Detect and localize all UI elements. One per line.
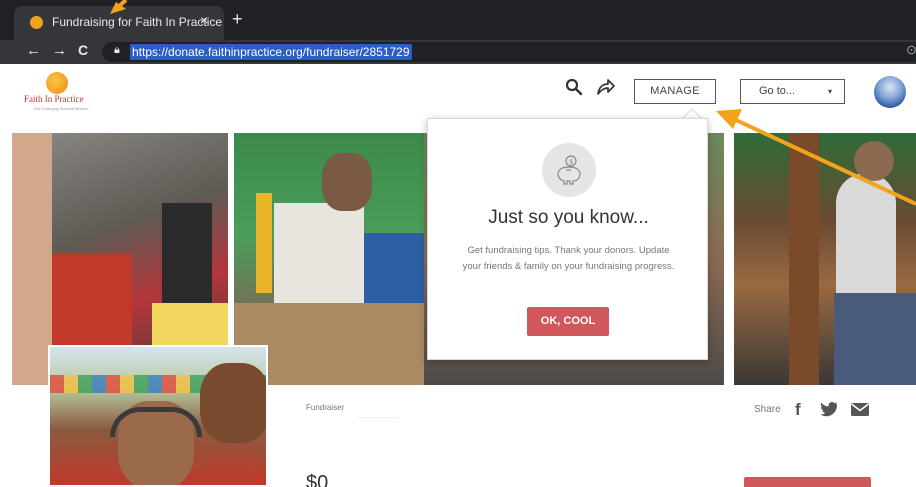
share-label: Share [754, 404, 781, 415]
popover-body: Get fundraising tips. Thank your donors.… [462, 245, 675, 272]
back-icon[interactable]: ← [26, 42, 41, 59]
search-icon[interactable] [565, 78, 583, 101]
goto-label: Go to... [759, 85, 796, 97]
new-tab-icon[interactable]: + [232, 9, 243, 30]
goto-dropdown[interactable]: Go to... ▾ [740, 79, 845, 104]
browser-tab[interactable]: Fundraising for Faith In Practice × [14, 6, 224, 40]
fundraiser-profile-photo [48, 345, 268, 487]
browser-toolbar: ← → C 🔒︎ https://donate.faithinpractice.… [0, 40, 916, 64]
hero-photo-wheelchair [734, 133, 916, 385]
ok-cool-button[interactable]: OK, COOL [527, 307, 609, 336]
tab-close-icon[interactable]: × [200, 12, 208, 28]
donate-button[interactable] [744, 477, 871, 487]
svg-text:$: $ [569, 158, 573, 166]
tips-popover: $ Just so you know... Get fundraising ti… [427, 118, 708, 360]
logo-text[interactable]: Faith In Practice [24, 94, 83, 104]
logo-tagline: Life-Changing Medical Mission [34, 106, 89, 111]
url-text[interactable]: https://donate.faithinpractice.org/fundr… [130, 44, 412, 60]
faith-in-practice-favicon-icon [30, 16, 43, 29]
browser-menu-icon[interactable]: ⊙ [906, 42, 916, 58]
lock-icon: 🔒︎ [114, 44, 120, 56]
browser-tabbar: Fundraising for Faith In Practice × + [0, 0, 916, 40]
popover-title: Just so you know... [488, 207, 649, 228]
facebook-icon[interactable]: f [795, 400, 801, 420]
reload-icon[interactable]: C [78, 42, 88, 58]
avatar[interactable] [874, 76, 906, 108]
raised-amount: $0 [306, 472, 329, 487]
share-arrow-icon[interactable] [596, 78, 616, 101]
piggy-bank-badge: $ [542, 143, 596, 197]
divider [358, 417, 398, 418]
tab-title: Fundraising for Faith In Practice [52, 15, 223, 29]
twitter-icon[interactable] [820, 401, 838, 422]
screen: Fundraising for Faith In Practice × + ← … [0, 0, 916, 487]
chevron-down-icon: ▾ [827, 87, 832, 96]
logo-hand-icon[interactable] [46, 72, 68, 94]
fundraiser-label: Fundraiser [306, 403, 345, 412]
forward-icon[interactable]: → [52, 42, 67, 59]
piggy-bank-icon: $ [557, 155, 581, 185]
email-icon[interactable] [850, 402, 870, 422]
address-bar[interactable]: 🔒︎ https://donate.faithinpractice.org/fu… [102, 42, 916, 62]
manage-button[interactable]: MANAGE [634, 79, 716, 104]
